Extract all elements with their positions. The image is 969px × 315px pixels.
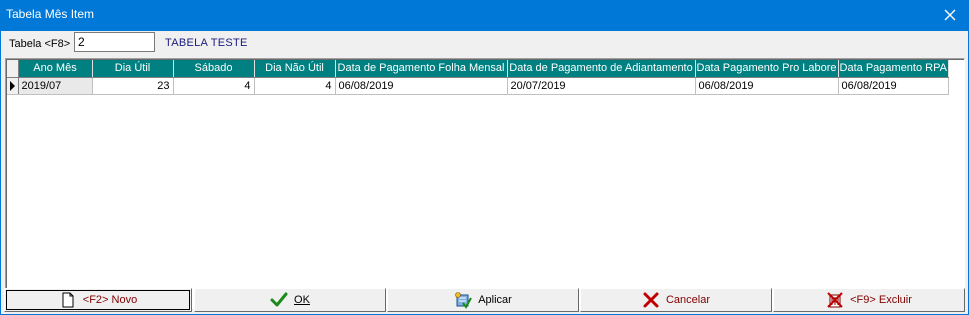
ok-label: OK — [294, 294, 310, 306]
cell-ano-mes[interactable]: 2019/07 — [18, 77, 93, 95]
row-pointer-icon — [9, 80, 15, 91]
close-icon[interactable] — [941, 6, 959, 24]
table-row[interactable]: 2019/07 23 4 4 06/08/2019 20/07/2019 06/… — [7, 77, 949, 95]
filter-row: Tabela <F8> TABELA TESTE — [1, 31, 968, 57]
cancelar-label: Cancelar — [665, 294, 711, 306]
col-header-pag-folha[interactable]: Data de Pagamento Folha Mensal — [335, 60, 508, 78]
col-header-pag-pro-labore[interactable]: Data Pagamento Pro Labore — [695, 60, 839, 78]
excluir-button[interactable]: <F9> Excluir — [773, 288, 965, 312]
grid-table: Ano Mês Dia Útil Sábado Dia Não Útil Dat… — [7, 60, 949, 95]
col-header-pag-adiantamento[interactable]: Data de Pagamento de Adiantamento — [507, 60, 696, 78]
new-document-icon — [59, 291, 77, 309]
cancel-x-icon — [642, 291, 660, 309]
checkmark-icon — [270, 291, 288, 309]
main-window: Tabela Mês Item Tabela <F8> TABELA TESTE — [0, 0, 969, 315]
cell-pag-pro-labore[interactable]: 06/08/2019 — [695, 77, 839, 95]
excluir-label: <F9> Excluir — [850, 294, 912, 306]
cell-pag-adiantamento[interactable]: 20/07/2019 — [507, 77, 696, 95]
col-header-ano-mes[interactable]: Ano Mês — [18, 60, 93, 78]
row-indicator-header — [7, 60, 19, 78]
novo-label: <F2> Novo — [82, 294, 138, 306]
data-grid[interactable]: Ano Mês Dia Útil Sábado Dia Não Útil Dat… — [5, 58, 965, 309]
tabela-label: Tabela <F8> — [9, 38, 71, 50]
tabela-description: TABELA TESTE — [165, 37, 248, 49]
delete-icon — [826, 291, 844, 309]
cancelar-button[interactable]: Cancelar — [580, 288, 772, 312]
aplicar-label: Aplicar — [478, 294, 512, 306]
col-header-dia-nao-util[interactable]: Dia Não Útil — [254, 60, 336, 78]
client-area: Tabela <F8> TABELA TESTE — [1, 31, 968, 314]
row-indicator — [7, 77, 19, 95]
apply-icon — [454, 291, 473, 309]
title-bar[interactable]: Tabela Mês Item — [0, 0, 969, 31]
cell-dia-nao-util[interactable]: 4 — [254, 77, 336, 95]
tabela-input[interactable] — [74, 32, 155, 52]
aplicar-button[interactable]: Aplicar — [387, 288, 579, 312]
window-title: Tabela Mês Item — [6, 7, 95, 21]
ok-button[interactable]: OK — [194, 288, 386, 312]
cell-pag-rpa[interactable]: 06/08/2019 — [838, 77, 949, 95]
cell-sabado[interactable]: 4 — [173, 77, 255, 95]
cell-pag-folha[interactable]: 06/08/2019 — [335, 77, 508, 95]
cell-dia-util[interactable]: 23 — [92, 77, 174, 95]
button-bar: <F2> Novo OK Aplicar Cancelar <F9> Exclu… — [1, 287, 968, 314]
col-header-dia-util[interactable]: Dia Útil — [92, 60, 174, 78]
col-header-pag-rpa[interactable]: Data Pagamento RPA — [838, 60, 949, 78]
grid-header-row: Ano Mês Dia Útil Sábado Dia Não Útil Dat… — [7, 60, 949, 78]
novo-button[interactable]: <F2> Novo — [4, 288, 192, 312]
col-header-sabado[interactable]: Sábado — [173, 60, 255, 78]
